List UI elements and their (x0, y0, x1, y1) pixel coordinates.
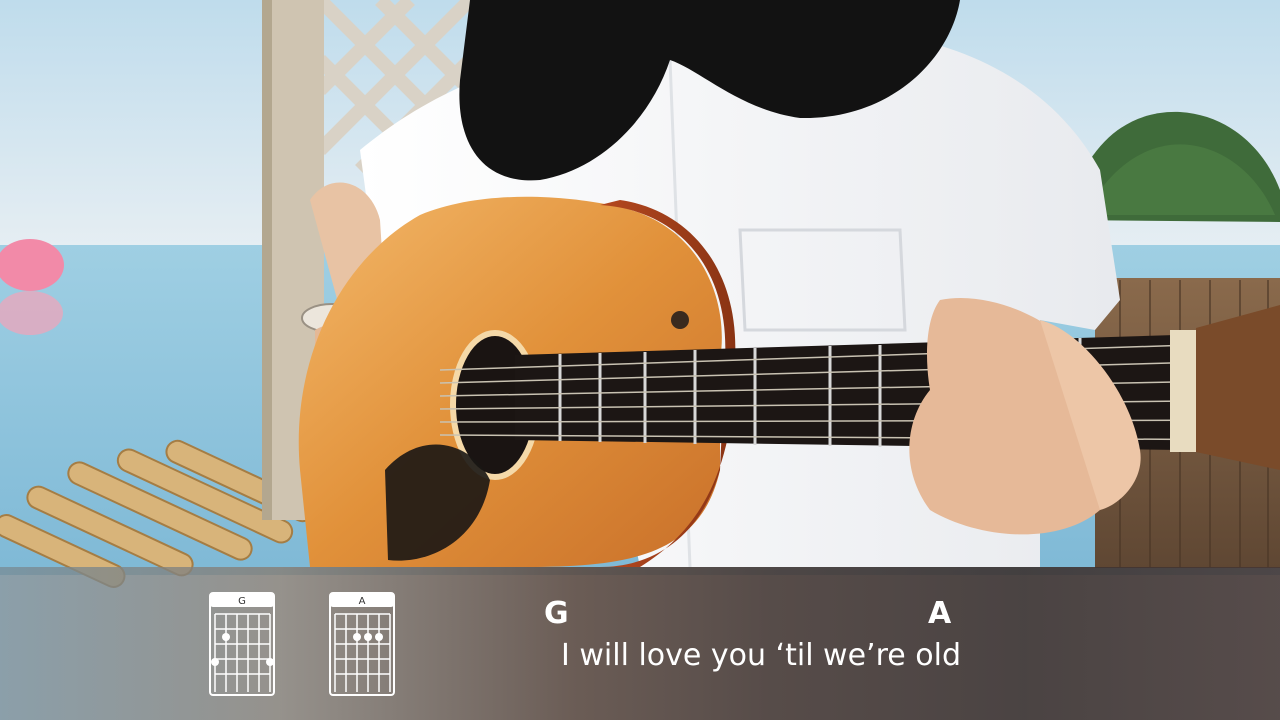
lyric-line: I will love you ‘til we’re old (561, 638, 961, 673)
chord-diagram-label: A (359, 596, 366, 607)
guitar-nut (1170, 330, 1196, 452)
chord-diagram-g: G (209, 592, 275, 696)
chord-diagram-label: G (238, 596, 246, 607)
lyric-chord-a: A (928, 596, 952, 631)
lyric-chord-g: G (544, 596, 569, 631)
headstock (1196, 305, 1280, 470)
chord-diagram-a: A (329, 592, 395, 696)
